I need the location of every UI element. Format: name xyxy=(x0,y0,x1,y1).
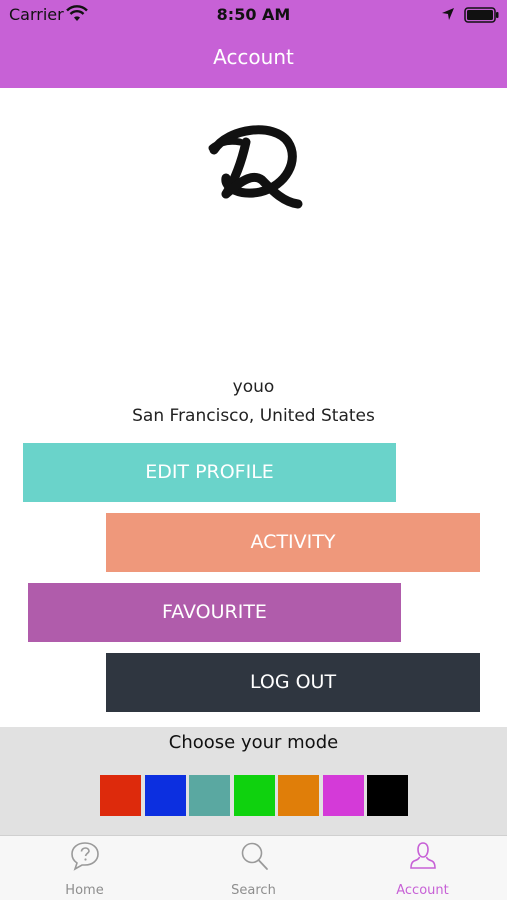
status-time: 8:50 AM xyxy=(216,5,291,24)
mode-swatch-red[interactable] xyxy=(100,775,141,816)
tab-bar: Home Search Account xyxy=(0,835,507,900)
chat-bubble-icon xyxy=(71,842,99,871)
log-out-button[interactable]: LOG OUT xyxy=(106,653,480,712)
mode-chooser-panel: Choose your mode xyxy=(0,727,507,835)
mode-swatch-teal[interactable] xyxy=(189,775,230,816)
battery-icon xyxy=(464,7,499,23)
q-logo-icon xyxy=(208,125,303,209)
tab-account-label: Account xyxy=(396,883,449,898)
user-location: San Francisco, United States xyxy=(132,406,375,426)
person-icon xyxy=(410,842,436,869)
mode-swatch-blue[interactable] xyxy=(145,775,186,816)
status-bar: Carrier 8:50 AM xyxy=(0,0,507,30)
favourite-button[interactable]: FAVOURITE xyxy=(28,583,401,642)
search-icon xyxy=(241,842,268,870)
tab-home-label: Home xyxy=(65,883,104,898)
mode-swatch-black[interactable] xyxy=(367,775,408,816)
navigation-header: Carrier 8:50 AM Account xyxy=(0,0,507,88)
mode-swatch-green[interactable] xyxy=(234,775,275,816)
page-title: Account xyxy=(213,45,294,69)
username: youo xyxy=(232,377,275,397)
tab-search[interactable]: Search xyxy=(169,836,338,900)
location-arrow-icon xyxy=(442,8,454,20)
mode-title: Choose your mode xyxy=(168,732,339,753)
activity-button[interactable]: ACTIVITY xyxy=(106,513,480,572)
mode-swatch-orange[interactable] xyxy=(278,775,319,816)
tab-search-label: Search xyxy=(231,883,276,898)
tab-account[interactable]: Account xyxy=(338,836,507,900)
mode-swatch-magenta[interactable] xyxy=(323,775,364,816)
tab-home[interactable]: Home xyxy=(0,836,169,900)
edit-profile-button[interactable]: EDIT PROFILE xyxy=(23,443,396,502)
